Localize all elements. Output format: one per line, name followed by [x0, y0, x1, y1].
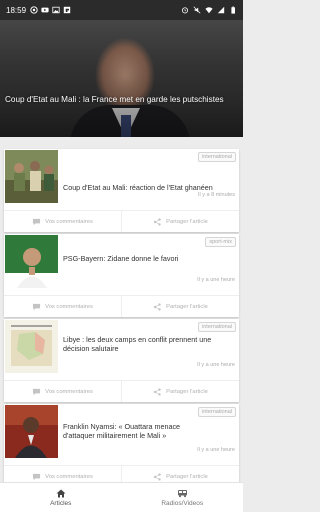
share-button[interactable]: Partager l'article — [121, 211, 239, 232]
signal-icon — [217, 6, 225, 14]
hero-carousel[interactable]: Coup d'Etat au Mali : la France met en g… — [0, 20, 243, 137]
article-card[interactable]: Libye : les deux camps en conflit prenne… — [4, 319, 239, 402]
article-time: Il y a 8 minutes — [198, 192, 235, 198]
alarm-icon — [181, 7, 189, 14]
comments-button[interactable]: Vos commentaires — [4, 381, 121, 402]
home-icon — [56, 489, 66, 497]
share-icon — [154, 387, 161, 396]
category-tag: sport-mix — [205, 237, 236, 247]
comment-icon — [33, 218, 41, 225]
article-card[interactable]: Coup d'Etat au Mali: réaction de l'Etat … — [4, 149, 239, 232]
article-title[interactable]: Franklin Nyamsi: « Ouattara menace d'att… — [63, 422, 213, 440]
article-card[interactable]: PSG-Bayern: Zidane donne le favori sport… — [4, 234, 239, 317]
card-actions: Vos commentaires Partager l'article — [4, 380, 239, 402]
card-actions: Vos commentaires Partager l'article — [4, 210, 239, 232]
nav-articles[interactable]: Articles — [0, 483, 122, 512]
bottom-navigation: Articles Radios/Videos — [0, 482, 243, 512]
share-icon — [154, 302, 161, 311]
whatsapp-icon — [30, 6, 38, 14]
flipboard-icon — [63, 6, 71, 14]
comment-icon — [33, 388, 41, 395]
hero-title[interactable]: Coup d'Etat au Mali : la France met en g… — [5, 95, 240, 105]
status-time: 18:59 — [6, 5, 27, 15]
nav-articles-label: Articles — [50, 499, 72, 507]
comments-button[interactable]: Vos commentaires — [4, 211, 121, 232]
article-thumbnail — [5, 405, 58, 458]
comment-icon — [33, 303, 41, 310]
nav-radios-videos[interactable]: Radios/Videos — [122, 483, 244, 512]
article-feed[interactable]: Coup d'Etat au Mali: réaction de l'Etat … — [0, 137, 243, 487]
article-thumbnail — [5, 320, 58, 373]
comments-label: Vos commentaires — [45, 388, 93, 395]
article-time: Il y a une heure — [197, 447, 235, 453]
article-time: Il y a une heure — [197, 277, 235, 283]
article-time: Il y a une heure — [197, 362, 235, 368]
share-button[interactable]: Partager l'article — [121, 381, 239, 402]
article-title[interactable]: Coup d'Etat au Mali: réaction de l'Etat … — [63, 183, 213, 192]
share-icon — [154, 217, 161, 226]
comment-icon — [33, 473, 41, 480]
comments-button[interactable]: Vos commentaires — [4, 296, 121, 317]
card-actions: Vos commentaires Partager l'article — [4, 295, 239, 317]
comments-label: Vos commentaires — [45, 473, 93, 480]
share-label: Partager l'article — [166, 218, 208, 225]
category-tag: international — [198, 322, 236, 332]
gallery-icon — [52, 6, 60, 14]
share-label: Partager l'article — [166, 473, 208, 480]
status-bar: 18:59 — [0, 0, 243, 20]
wifi-icon — [205, 7, 213, 14]
battery-icon — [231, 6, 235, 14]
category-tag: international — [198, 152, 236, 162]
youtube-icon — [41, 7, 49, 13]
share-icon — [154, 472, 161, 481]
comments-label: Vos commentaires — [45, 218, 93, 225]
share-button[interactable]: Partager l'article — [121, 296, 239, 317]
mute-icon — [193, 6, 201, 14]
article-title[interactable]: Libye : les deux camps en conflit prenne… — [63, 335, 213, 353]
nav-radios-videos-label: Radios/Videos — [161, 499, 204, 507]
share-label: Partager l'article — [166, 303, 208, 310]
article-title[interactable]: PSG-Bayern: Zidane donne le favori — [63, 254, 213, 263]
article-thumbnail — [5, 235, 58, 288]
share-label: Partager l'article — [166, 388, 208, 395]
category-tag: international — [198, 407, 236, 417]
comments-label: Vos commentaires — [45, 303, 93, 310]
bus-icon — [177, 489, 187, 497]
article-thumbnail — [5, 150, 58, 203]
article-card[interactable]: Franklin Nyamsi: « Ouattara menace d'att… — [4, 404, 239, 487]
